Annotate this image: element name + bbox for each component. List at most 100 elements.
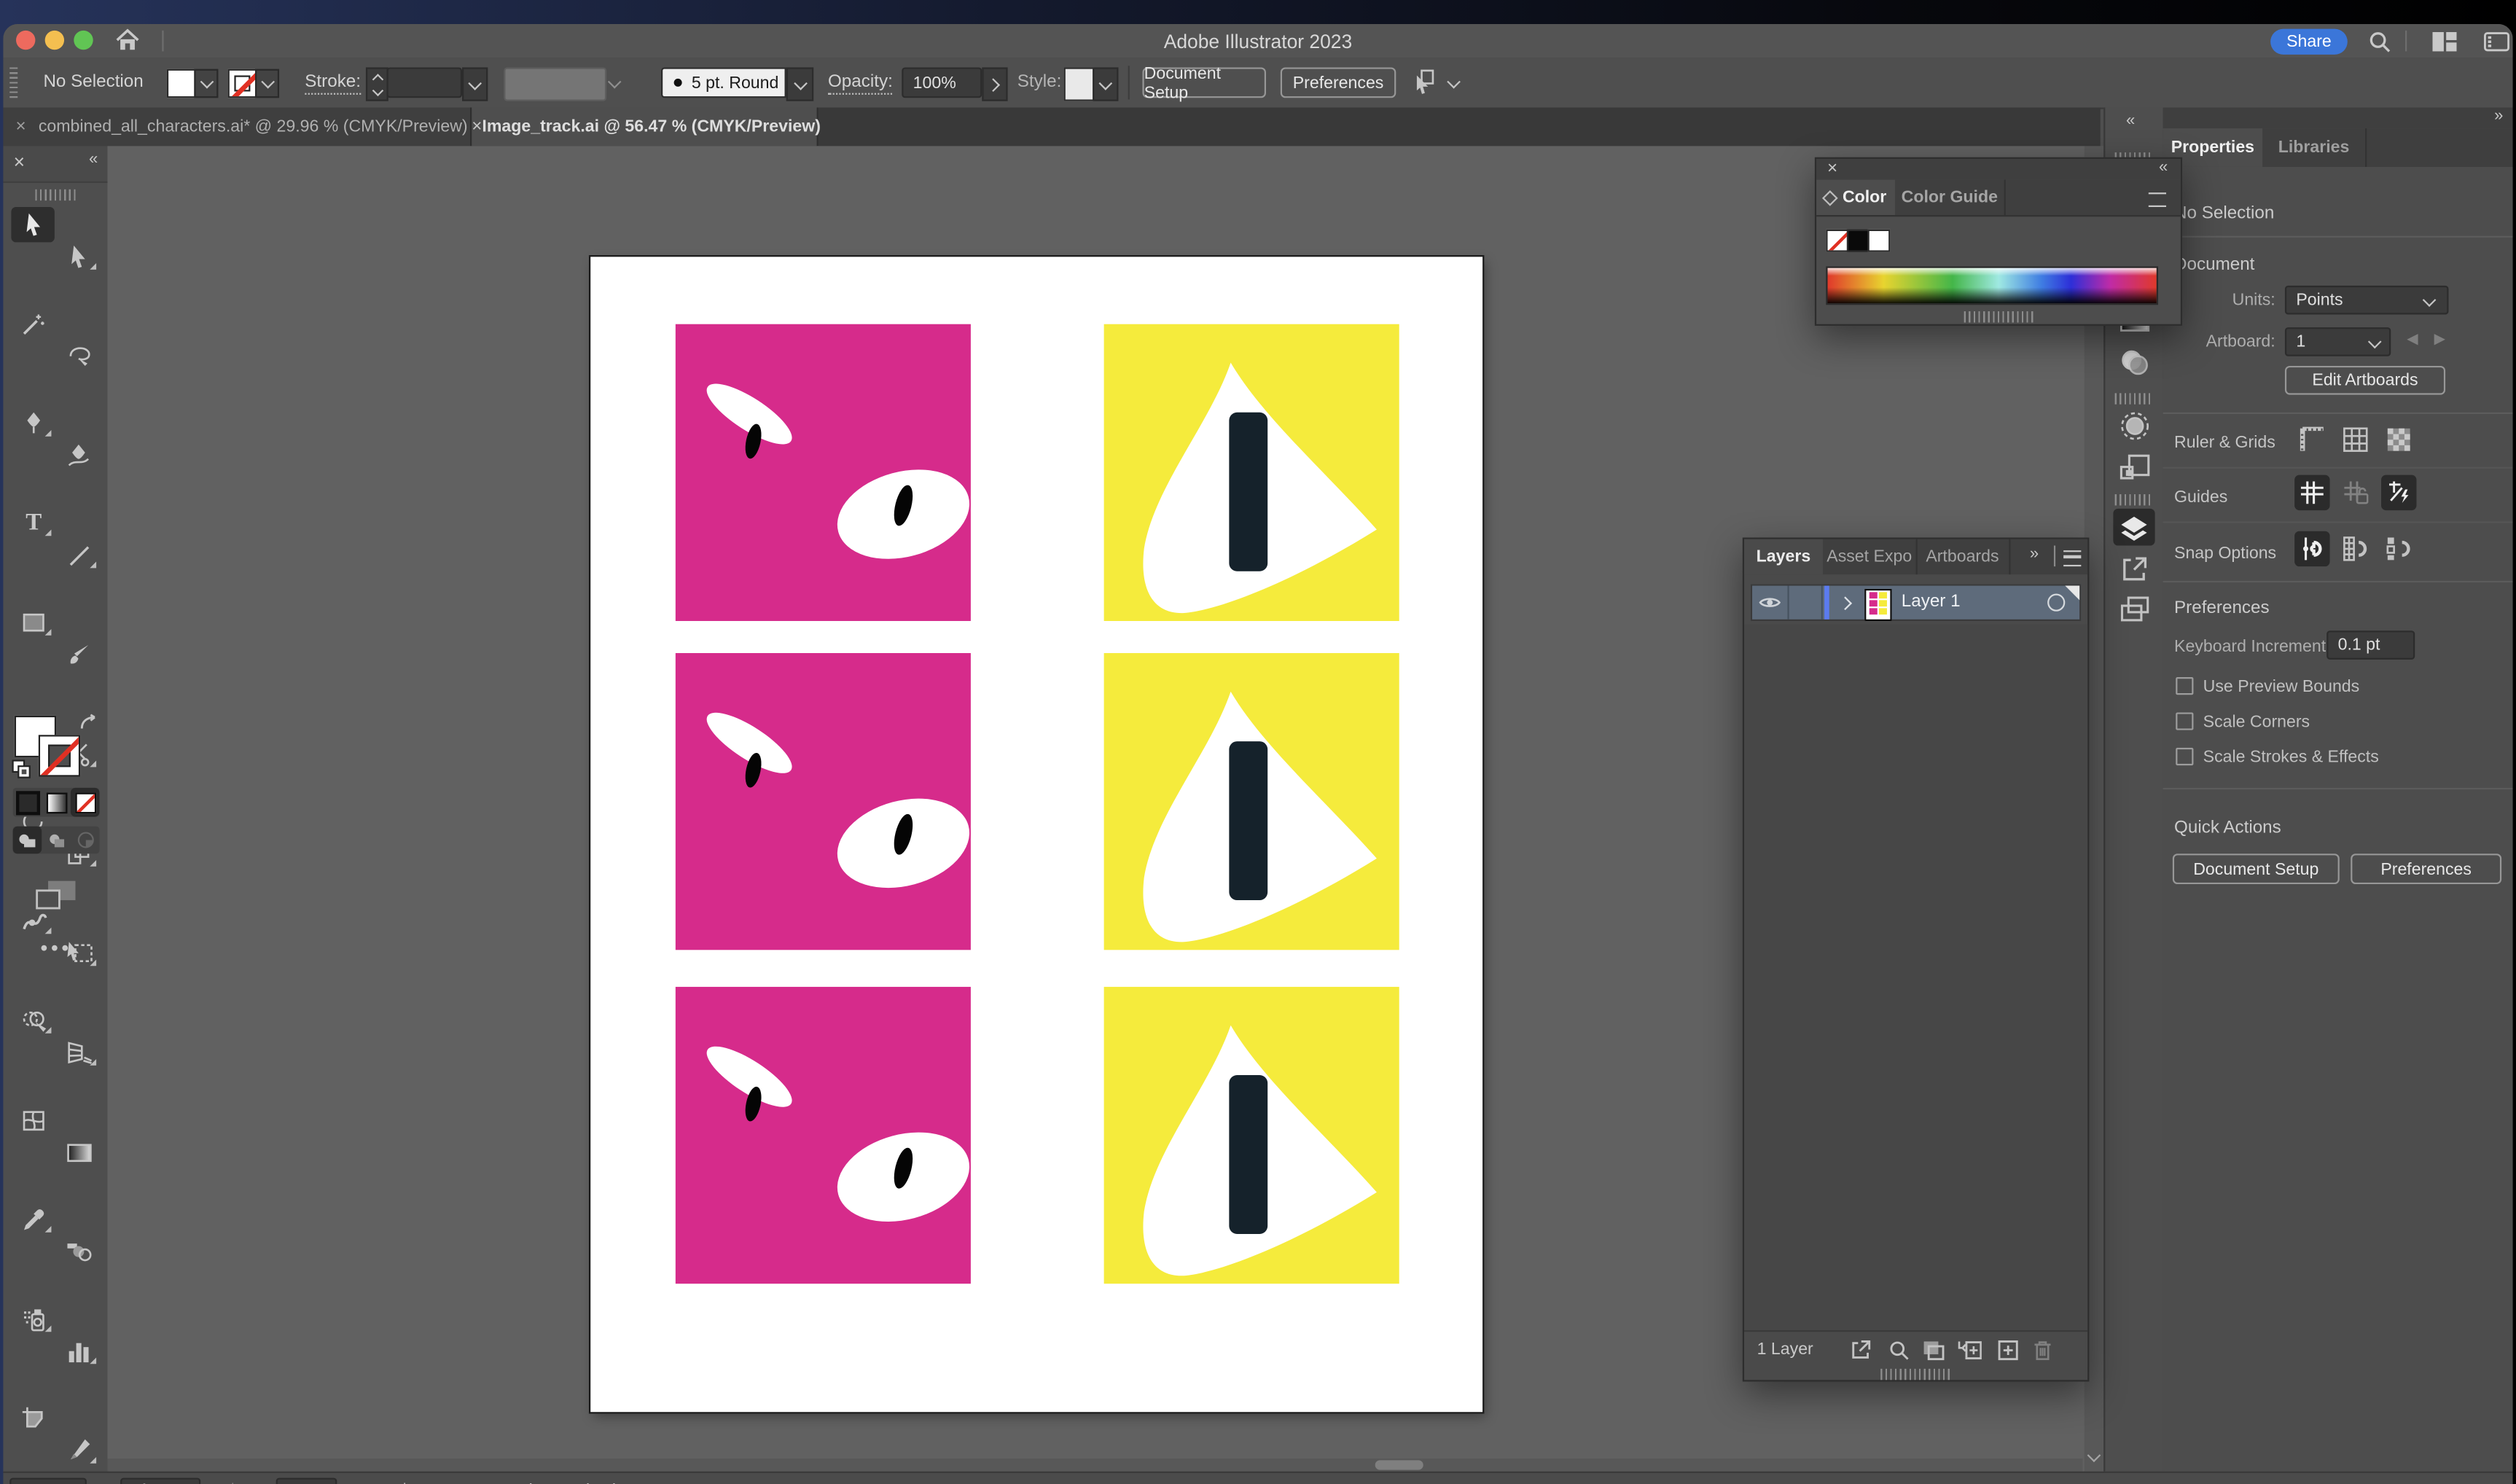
none-swatch[interactable]: [1826, 229, 1849, 252]
type-tool[interactable]: T: [13, 507, 55, 539]
rectangle-tool[interactable]: [13, 606, 55, 638]
status-expand-icon[interactable]: ‹: [751, 1480, 756, 1484]
show-grid-icon[interactable]: [2341, 425, 2370, 454]
transparency-panel-icon[interactable]: [2118, 348, 2150, 378]
tab-libraries[interactable]: Libraries: [2262, 128, 2367, 167]
magic-wand-tool[interactable]: [13, 308, 55, 340]
tab-layers[interactable]: Layers: [1744, 539, 1823, 575]
rotation-field[interactable]: 0°: [120, 1477, 201, 1484]
preferences-button[interactable]: Preferences: [1280, 67, 1396, 98]
bar-shape[interactable]: [1229, 1075, 1268, 1234]
tools-panel-grip[interactable]: [35, 189, 76, 201]
artboard-nav-field[interactable]: 1: [276, 1477, 337, 1484]
close-tab-icon[interactable]: ×: [472, 108, 482, 147]
use-preview-bounds-checkbox[interactable]: [2176, 677, 2194, 695]
artboard-pink-1[interactable]: [675, 324, 971, 621]
control-bar-grip[interactable]: [9, 67, 18, 98]
artboard-select[interactable]: 1: [2284, 327, 2391, 356]
edit-toolbar-icon[interactable]: •••: [29, 934, 84, 958]
panel-menu-icon[interactable]: [2148, 192, 2167, 207]
snap-to-pixel-icon[interactable]: [2381, 531, 2416, 566]
show-rulers-icon[interactable]: [2298, 425, 2327, 454]
collect-for-export-icon[interactable]: [1847, 1337, 1872, 1362]
share-button[interactable]: Share: [2270, 28, 2348, 54]
expand-dock-icon[interactable]: »: [2494, 108, 2503, 125]
none-button[interactable]: [70, 787, 100, 817]
draw-normal-mode-button[interactable]: [12, 826, 42, 854]
panel-overflow-icon[interactable]: »: [2030, 546, 2039, 563]
lock-guides-icon[interactable]: [2338, 475, 2373, 510]
shape-builder-tool[interactable]: [13, 1004, 55, 1036]
stroke-swatch[interactable]: [227, 69, 257, 98]
stroke-color-proxy[interactable]: [38, 735, 81, 777]
next-artboard-icon[interactable]: ▶: [371, 1481, 381, 1484]
color-panel-grip[interactable]: [1964, 311, 2035, 323]
bar-shape[interactable]: [1229, 412, 1268, 571]
arrange-documents-icon[interactable]: [2429, 29, 2458, 53]
paintbrush-tool[interactable]: [58, 638, 99, 671]
tab-asset-export[interactable]: Asset Expo: [1823, 539, 1918, 575]
rotation-dropdown[interactable]: [202, 1478, 224, 1484]
horizontal-scrollbar-thumb[interactable]: [1375, 1460, 1423, 1470]
snap-to-grid-icon[interactable]: [2338, 531, 2373, 566]
isolate-selection-icon[interactable]: [1409, 66, 1441, 98]
document-tab-active[interactable]: × Image_track.ai @ 56.47 % (CMYK/Preview…: [472, 107, 821, 147]
fill-swatch-dropdown[interactable]: [194, 69, 219, 98]
pen-tool[interactable]: [13, 407, 55, 440]
export-panel-icon[interactable]: [2118, 554, 2150, 586]
gradient-button[interactable]: [42, 788, 71, 817]
gradient-tool[interactable]: [58, 1136, 99, 1168]
column-graph-tool[interactable]: [58, 1335, 99, 1367]
curvature-tool[interactable]: [58, 440, 99, 472]
document-tab-inactive[interactable]: × combined_all_characters.ai* @ 29.96 % …: [3, 107, 472, 147]
fill-swatch[interactable]: [166, 69, 196, 98]
scroll-down-icon[interactable]: [2085, 1446, 2103, 1465]
collapse-panel-icon[interactable]: «: [2159, 159, 2168, 176]
close-panel-icon[interactable]: ×: [8, 151, 31, 173]
change-screen-mode-icon[interactable]: [32, 876, 80, 915]
stroke-swatch-dropdown[interactable]: [255, 69, 280, 98]
scale-corners-label[interactable]: Scale Corners: [2203, 712, 2310, 731]
tab-artboards[interactable]: Artboards: [1916, 539, 2011, 575]
prev-artboard-icon[interactable]: ◀: [254, 1481, 264, 1484]
artboards-panel-icon[interactable]: [2118, 594, 2150, 626]
stroke-label[interactable]: Stroke:: [305, 72, 362, 95]
swap-fill-stroke-icon[interactable]: [79, 712, 100, 741]
quick-document-setup-button[interactable]: Document Setup: [2172, 854, 2340, 885]
artboard-yellow-3[interactable]: [1103, 986, 1399, 1284]
mesh-tool[interactable]: [13, 1104, 55, 1136]
layer-thumbnail[interactable]: [1864, 587, 1892, 620]
scale-strokes-effects-label[interactable]: Scale Strokes & Effects: [2203, 748, 2379, 767]
dock-grip[interactable]: [2114, 393, 2154, 405]
horizontal-scrollbar[interactable]: [107, 1458, 2083, 1472]
symbol-sprayer-tool[interactable]: [13, 1303, 55, 1335]
document-tab-label[interactable]: Image_track.ai @ 56.47 % (CMYK/Preview): [482, 117, 821, 136]
artboard-tool[interactable]: [13, 1402, 55, 1434]
snap-to-point-icon[interactable]: [2294, 531, 2330, 567]
bar-shape[interactable]: [1229, 741, 1268, 901]
quick-preferences-button[interactable]: Preferences: [2351, 854, 2502, 885]
black-swatch[interactable]: [1846, 229, 1870, 252]
collapse-dock-icon[interactable]: «: [2126, 112, 2135, 130]
zoom-level-field[interactable]: 56.47%: [9, 1477, 87, 1484]
stroke-weight-field[interactable]: [386, 67, 463, 98]
use-preview-bounds-label[interactable]: Use Preview Bounds: [2203, 677, 2360, 696]
collapse-panel-icon[interactable]: «: [89, 151, 98, 168]
scale-corners-checkbox[interactable]: [2176, 712, 2194, 730]
layer-row[interactable]: Layer 1: [1750, 584, 2082, 621]
artboard-nav-dropdown[interactable]: [339, 1478, 362, 1484]
show-transparency-grid-icon[interactable]: [2384, 425, 2413, 454]
opacity-field[interactable]: 100%: [902, 67, 982, 98]
color-spectrum[interactable]: [1826, 266, 2159, 305]
status-play-icon[interactable]: ▶: [725, 1481, 735, 1484]
last-artboard-icon[interactable]: ▶|: [393, 1481, 406, 1484]
close-tab-icon[interactable]: ×: [3, 108, 38, 147]
clipping-mask-icon[interactable]: [1921, 1337, 1946, 1362]
default-fill-stroke-icon[interactable]: [11, 759, 32, 788]
edit-artboards-button[interactable]: Edit Artboards: [2284, 365, 2446, 395]
layer-visibility-icon[interactable]: [1752, 585, 1789, 620]
new-layer-icon[interactable]: [1994, 1337, 2020, 1362]
appearance-panel-icon[interactable]: [2118, 409, 2150, 441]
selection-tool[interactable]: [13, 208, 55, 241]
line-segment-tool[interactable]: [58, 539, 99, 571]
